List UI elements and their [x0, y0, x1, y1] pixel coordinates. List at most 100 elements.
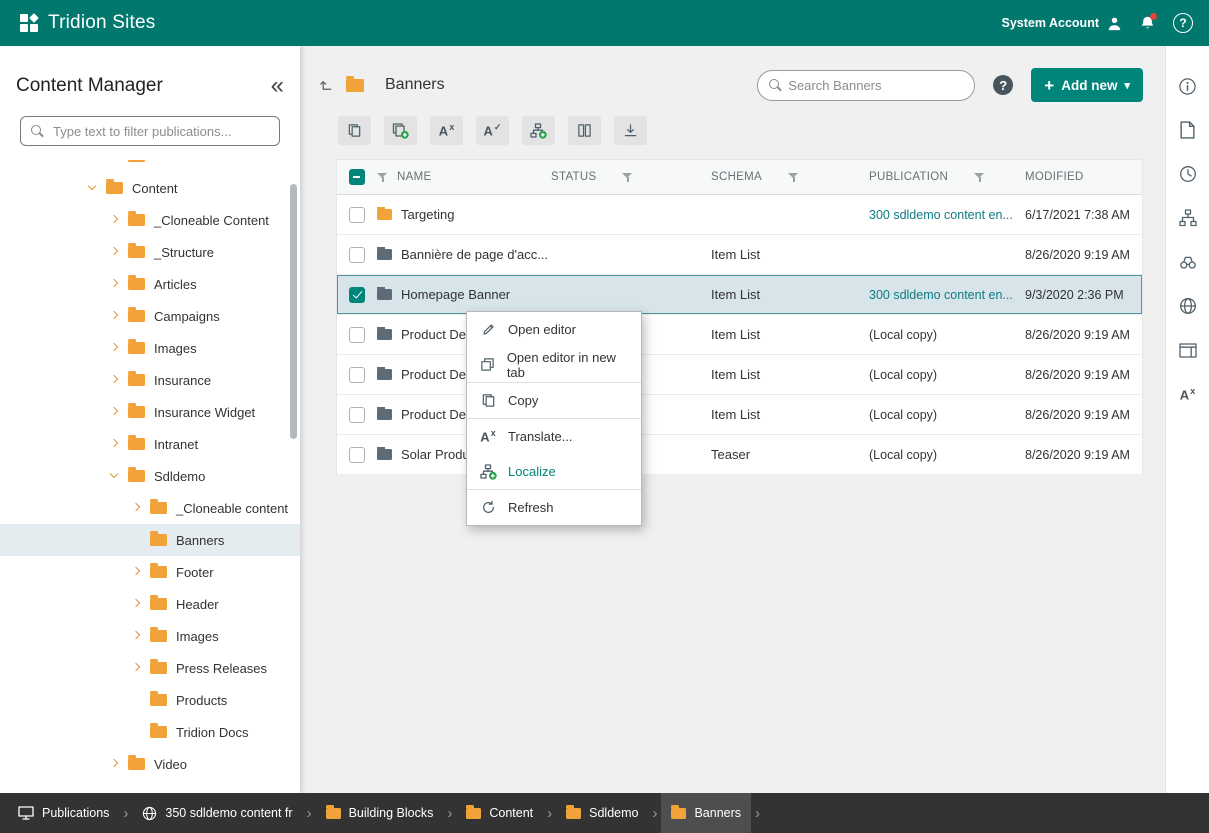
history-button[interactable]: [1176, 162, 1200, 186]
tree-item[interactable]: Campaigns: [0, 300, 300, 332]
breadcrumb-content[interactable]: Content: [456, 793, 543, 833]
breadcrumb-publications[interactable]: Publications: [8, 793, 119, 833]
tree-item[interactable]: Images: [0, 620, 300, 652]
context-menu-item[interactable]: Ax Translate...: [467, 419, 641, 454]
tree-item[interactable]: Sdldemo: [0, 460, 300, 492]
compare-button[interactable]: [568, 116, 601, 145]
filter-name-icon[interactable]: [377, 172, 389, 183]
item-name: Solar Produ: [401, 447, 470, 462]
column-name-label: NAME: [397, 171, 431, 183]
tree-item[interactable]: Footer: [0, 556, 300, 588]
chevron-icon[interactable]: [110, 759, 120, 769]
tree-item[interactable]: Insurance: [0, 364, 300, 396]
advanced-search-button[interactable]: [1176, 250, 1200, 274]
search-input[interactable]: [788, 78, 964, 93]
publication-filter-input[interactable]: [20, 116, 280, 146]
filter-status-icon[interactable]: [622, 172, 634, 183]
breadcrumb-banners[interactable]: Banners: [661, 793, 751, 833]
chevron-icon[interactable]: [110, 311, 120, 321]
table-row[interactable]: Solar Produ Teaser (Local copy) 8/26/202…: [337, 435, 1142, 475]
breadcrumb-350-sdldemo-content-fr[interactable]: 350 sdldemo content fr: [132, 793, 302, 833]
tree-item[interactable]: Intranet: [0, 428, 300, 460]
chevron-icon[interactable]: [110, 343, 120, 353]
translate-check-button[interactable]: A✓: [476, 116, 509, 145]
add-copy-button[interactable]: [384, 116, 417, 145]
chevron-icon[interactable]: [88, 183, 98, 193]
chevron-icon[interactable]: [110, 375, 120, 385]
tree-item[interactable]: Tridion Docs: [0, 716, 300, 748]
table-row[interactable]: Product Det Item List (Local copy) 8/26/…: [337, 395, 1142, 435]
download-button[interactable]: [614, 116, 647, 145]
tree-item[interactable]: Video: [0, 748, 300, 779]
context-menu-item[interactable]: Localize: [467, 454, 641, 489]
tree-item[interactable]: _Cloneable content: [0, 492, 300, 524]
select-all-checkbox[interactable]: [349, 169, 365, 185]
table-row[interactable]: Bannière de page d'acc... Item List 8/26…: [337, 235, 1142, 275]
row-checkbox[interactable]: [349, 247, 365, 263]
chevron-icon[interactable]: [110, 160, 120, 161]
chevron-icon[interactable]: [132, 631, 142, 641]
row-checkbox[interactable]: [349, 287, 365, 303]
chevron-icon[interactable]: [132, 535, 142, 545]
help-button[interactable]: ?: [1173, 13, 1193, 33]
chevron-icon[interactable]: [110, 439, 120, 449]
chevron-icon[interactable]: [110, 279, 120, 289]
tree-item[interactable]: Header: [0, 588, 300, 620]
row-checkbox[interactable]: [349, 327, 365, 343]
row-checkbox[interactable]: [349, 367, 365, 383]
chevron-icon[interactable]: [132, 503, 142, 513]
structure-button[interactable]: [1176, 206, 1200, 230]
tree-item[interactable]: Banners: [0, 524, 300, 556]
chevron-icon[interactable]: [110, 471, 120, 481]
table-row[interactable]: Homepage Banner Item List 300 sdldemo co…: [337, 275, 1142, 315]
tree-item[interactable]: Insurance Widget: [0, 396, 300, 428]
chevron-icon[interactable]: [110, 247, 120, 257]
sidebar-scrollbar[interactable]: [290, 184, 297, 439]
translate-button[interactable]: Ax: [430, 116, 463, 145]
info-button[interactable]: [1176, 74, 1200, 98]
chevron-icon[interactable]: [110, 215, 120, 225]
breadcrumb-sdldemo[interactable]: Sdldemo: [556, 793, 648, 833]
help-icon[interactable]: ?: [993, 75, 1013, 95]
panel-button[interactable]: [1176, 338, 1200, 362]
tree-item[interactable]: [0, 160, 300, 172]
filter-schema-icon[interactable]: [788, 172, 800, 183]
table-row[interactable]: Product Det Item List (Local copy) 8/26/…: [337, 355, 1142, 395]
tree-item[interactable]: Images: [0, 332, 300, 364]
context-menu-item[interactable]: Open editor in new tab: [467, 347, 641, 382]
notifications-button[interactable]: [1140, 15, 1155, 31]
row-checkbox[interactable]: [349, 407, 365, 423]
chevron-icon[interactable]: [110, 407, 120, 417]
copy-button[interactable]: [338, 116, 371, 145]
chevron-icon[interactable]: [132, 727, 142, 737]
web-button[interactable]: [1176, 294, 1200, 318]
filter-publication-icon[interactable]: [974, 172, 986, 183]
collapse-sidebar-button[interactable]: «: [271, 74, 284, 98]
tree-item[interactable]: _Structure: [0, 236, 300, 268]
tree-item[interactable]: _Cloneable Content: [0, 204, 300, 236]
chevron-icon[interactable]: [132, 695, 142, 705]
chevron-icon[interactable]: [132, 599, 142, 609]
context-menu-item[interactable]: Copy: [467, 383, 641, 418]
table-row[interactable]: Targeting 300 sdldemo content en... 6/17…: [337, 195, 1142, 235]
user-menu[interactable]: System Account: [1002, 16, 1122, 31]
go-up-level-button[interactable]: [318, 78, 334, 93]
table-row[interactable]: Product Det Item List (Local copy) 8/26/…: [337, 315, 1142, 355]
translate-button[interactable]: Ax: [1176, 382, 1200, 406]
tree-item[interactable]: Products: [0, 684, 300, 716]
context-menu-item[interactable]: Refresh: [467, 490, 641, 525]
localize-button[interactable]: [522, 116, 555, 145]
chevron-icon[interactable]: [132, 567, 142, 577]
row-checkbox[interactable]: [349, 207, 365, 223]
document-button[interactable]: [1176, 118, 1200, 142]
add-new-button[interactable]: + Add new ▾: [1031, 68, 1143, 102]
row-checkbox[interactable]: [349, 447, 365, 463]
tree-item[interactable]: Press Releases: [0, 652, 300, 684]
publication-link[interactable]: 300 sdldemo content en...: [869, 208, 1025, 222]
chevron-icon[interactable]: [132, 663, 142, 673]
breadcrumb-building-blocks[interactable]: Building Blocks: [316, 793, 444, 833]
context-menu-item[interactable]: Open editor: [467, 312, 641, 347]
publication-link[interactable]: 300 sdldemo content en...: [869, 288, 1025, 302]
tree-item[interactable]: Articles: [0, 268, 300, 300]
tree-item[interactable]: Content: [0, 172, 300, 204]
